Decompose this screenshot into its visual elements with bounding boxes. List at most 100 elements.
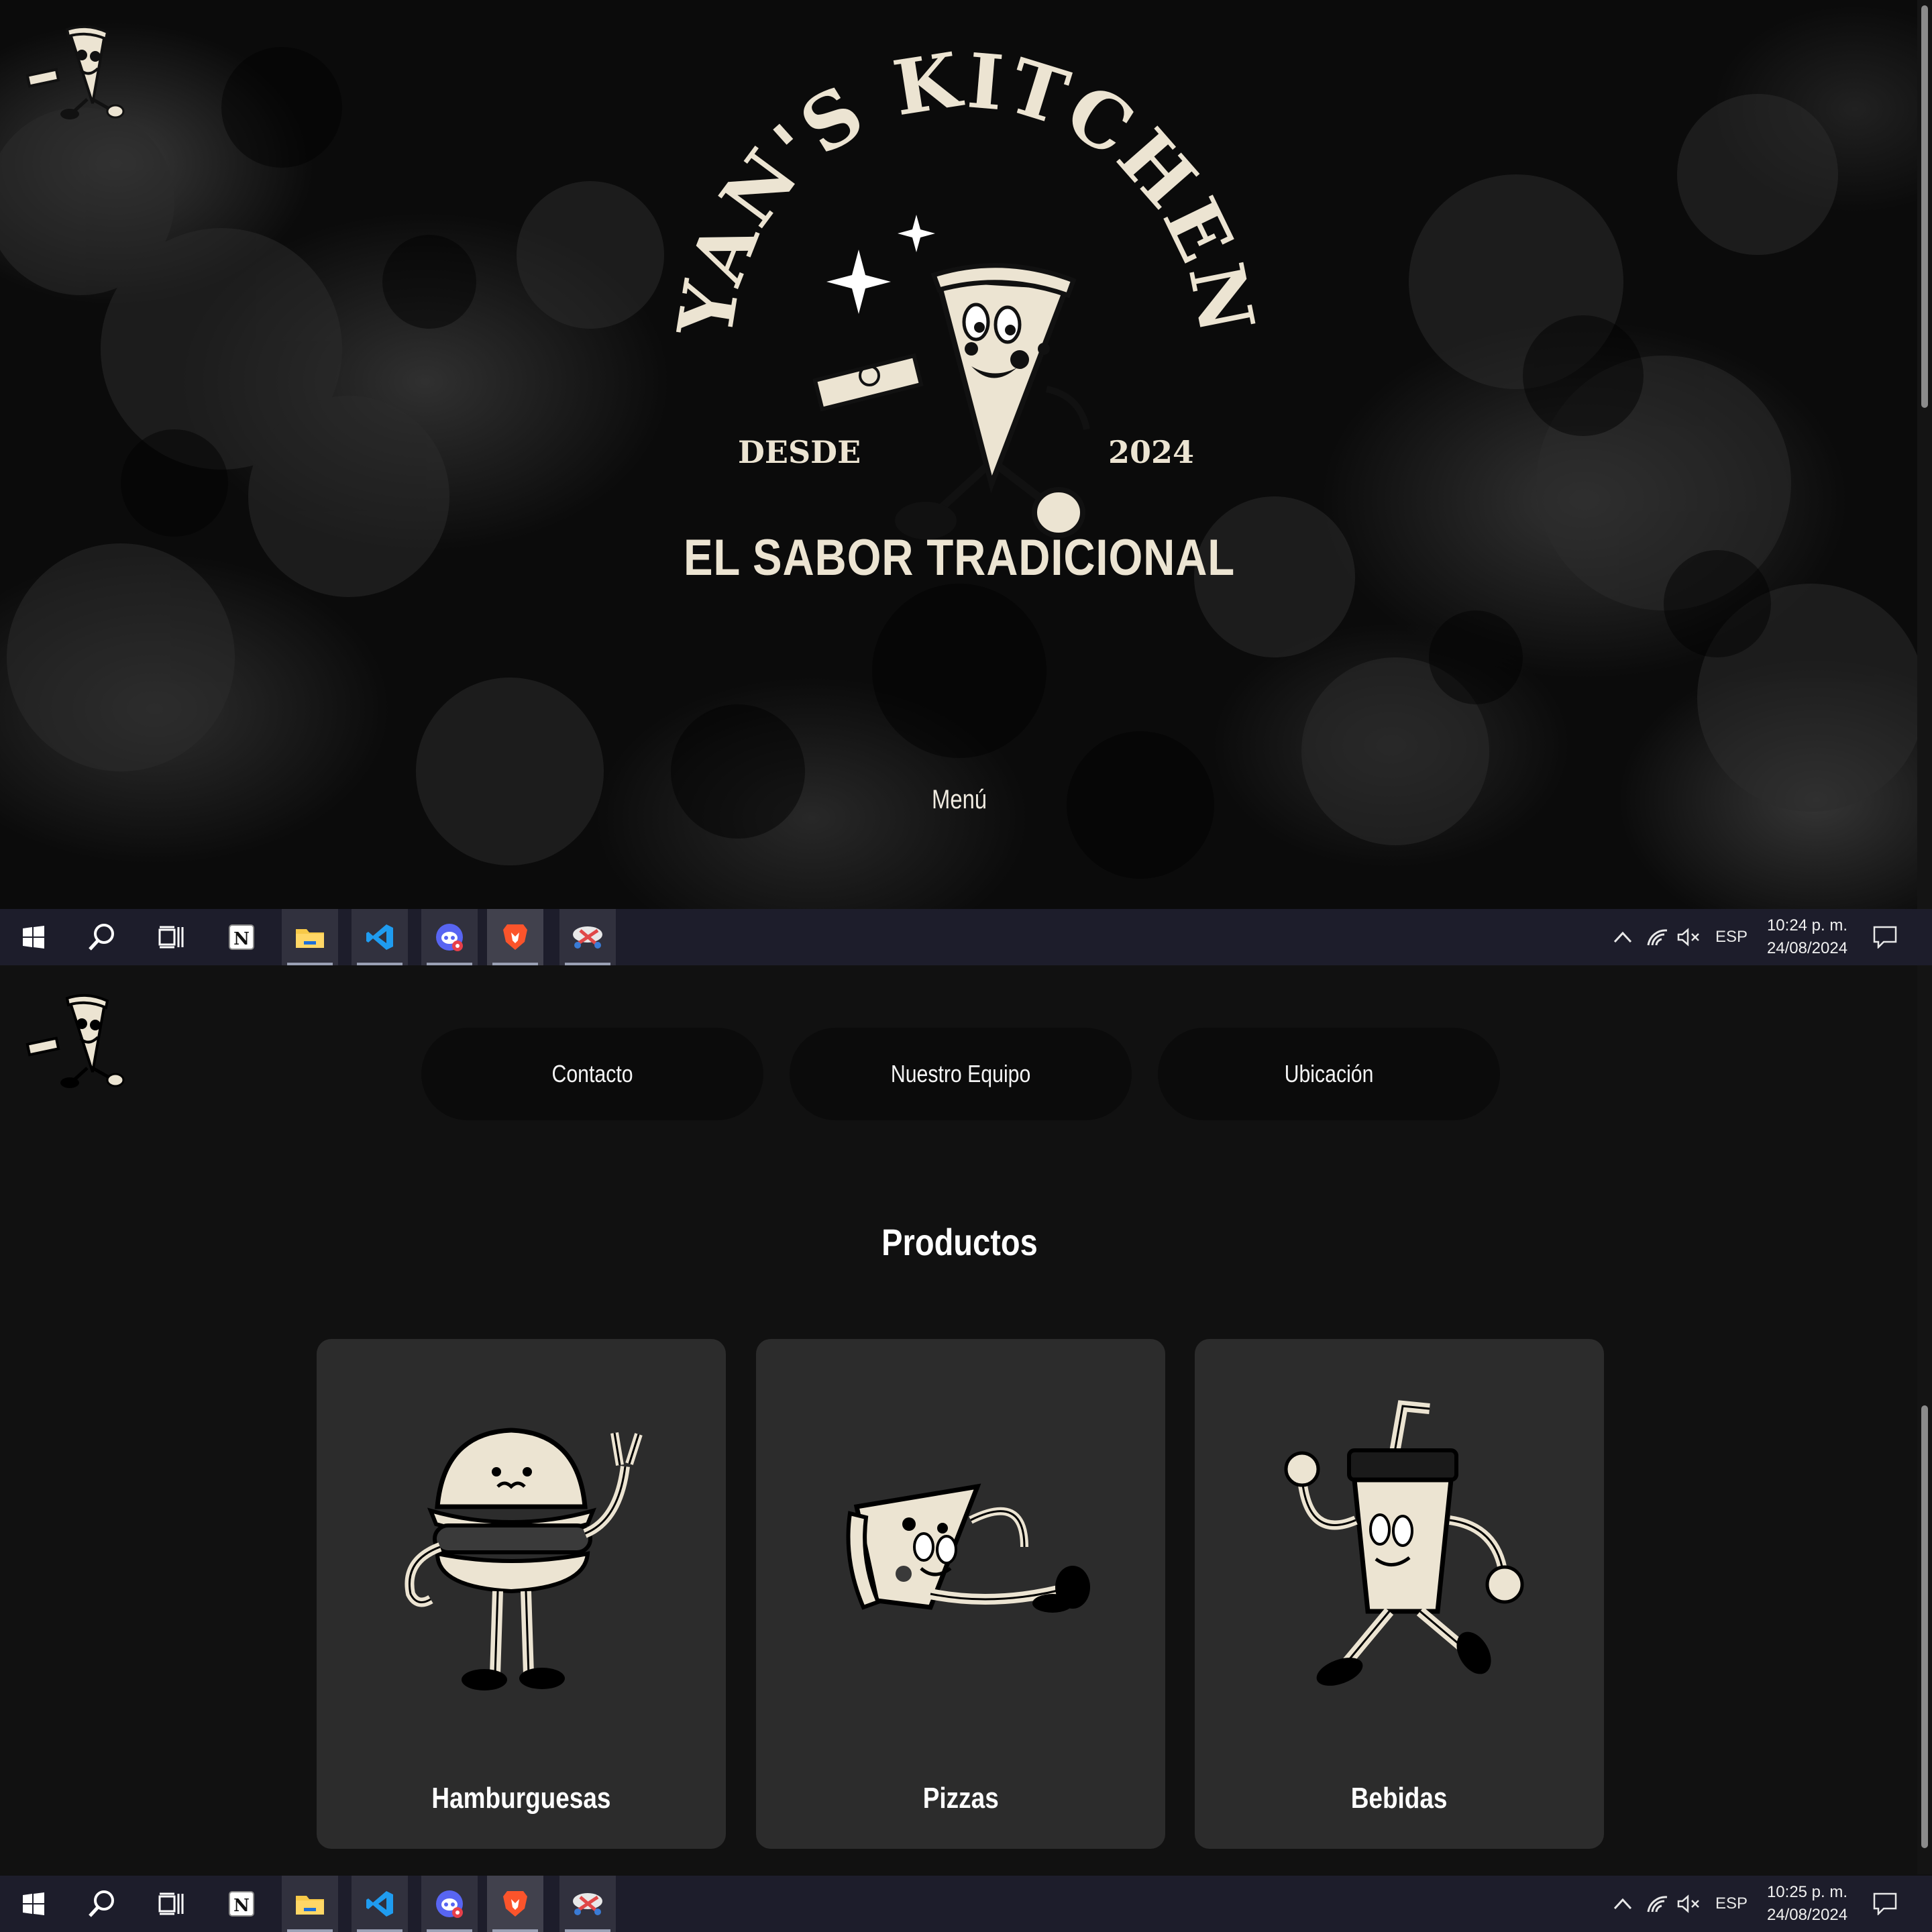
pizza-mascot-logo-icon bbox=[25, 25, 125, 119]
discord-icon bbox=[436, 1890, 463, 1918]
tray-overflow-button[interactable] bbox=[1609, 1876, 1637, 1932]
corner-logo[interactable] bbox=[23, 20, 137, 121]
wifi-icon bbox=[1647, 929, 1668, 946]
notion-icon: N bbox=[229, 924, 254, 950]
notifications-button[interactable] bbox=[1868, 1876, 1902, 1932]
notion-button[interactable]: N bbox=[213, 1876, 270, 1932]
brave-button[interactable] bbox=[487, 909, 543, 965]
taskbar-clock[interactable]: 10:25 p. m. 24/08/2024 bbox=[1760, 1881, 1854, 1927]
snipping-tool-icon bbox=[573, 1893, 602, 1915]
discord-button[interactable] bbox=[421, 1876, 478, 1932]
language-indicator[interactable]: ESP bbox=[1711, 909, 1752, 965]
nav-team-button[interactable]: Nuestro Equipo bbox=[790, 1028, 1132, 1120]
nav-team-label: Nuestro Equipo bbox=[890, 1060, 1031, 1087]
nav-contact-label: Contacto bbox=[551, 1060, 633, 1087]
svg-text:N: N bbox=[233, 929, 250, 949]
discord-icon bbox=[436, 924, 463, 951]
sparkle-icon bbox=[826, 250, 891, 314]
search-icon bbox=[89, 1890, 114, 1917]
notification-icon bbox=[1873, 926, 1897, 949]
snipping-tool-button[interactable] bbox=[559, 1876, 616, 1932]
nav-location-label: Ubicación bbox=[1284, 1060, 1374, 1087]
task-view-icon bbox=[158, 926, 184, 949]
since-year: 2024 bbox=[1108, 434, 1194, 470]
vscode-button[interactable] bbox=[352, 1876, 408, 1932]
nav-contact-button[interactable]: Contacto bbox=[421, 1028, 763, 1120]
scrollbar-thumb[interactable] bbox=[1921, 5, 1928, 408]
task-view-icon bbox=[158, 1892, 184, 1915]
scrollbar-thumb[interactable] bbox=[1921, 1405, 1928, 1848]
pizza-mascot-logo-icon bbox=[25, 994, 125, 1088]
tray-overflow-button[interactable] bbox=[1609, 909, 1637, 965]
products-title: Productos bbox=[881, 1221, 1038, 1263]
start-button[interactable] bbox=[5, 1876, 62, 1932]
page-scrollbar[interactable] bbox=[1917, 0, 1932, 909]
hero-section: YAN'S KITCHEN DESDE 2024 EL SABOR TRADIC… bbox=[0, 0, 1932, 909]
pizza-mascot-icon bbox=[846, 1483, 1090, 1613]
product-card-label: Bebidas bbox=[1351, 1782, 1448, 1815]
brave-lion-icon bbox=[503, 1891, 527, 1917]
corner-logo[interactable] bbox=[23, 989, 137, 1089]
burger-mascot-icon bbox=[405, 1428, 643, 1690]
vscode-icon bbox=[366, 924, 393, 950]
task-view-button[interactable] bbox=[142, 909, 199, 965]
clock-time: 10:24 p. m. bbox=[1766, 916, 1848, 934]
notion-button[interactable]: N bbox=[213, 909, 270, 965]
product-card-bebidas[interactable]: Bebidas bbox=[1195, 1339, 1604, 1849]
network-button[interactable] bbox=[1644, 1876, 1672, 1932]
volume-muted-icon bbox=[1677, 1894, 1699, 1913]
svg-text:N: N bbox=[233, 1896, 250, 1916]
network-button[interactable] bbox=[1644, 909, 1672, 965]
start-button[interactable] bbox=[5, 909, 62, 965]
search-button[interactable] bbox=[74, 909, 130, 965]
windows-taskbar: N bbox=[0, 1876, 1932, 1932]
file-explorer-button[interactable] bbox=[282, 1876, 338, 1932]
notification-icon bbox=[1873, 1892, 1897, 1915]
brand-emblem: YAN'S KITCHEN DESDE 2024 bbox=[671, 40, 1261, 539]
snipping-tool-icon bbox=[573, 926, 602, 949]
file-explorer-button[interactable] bbox=[282, 909, 338, 965]
products-page: Contacto Nuestro Equipo Ubicación Produc… bbox=[0, 965, 1932, 1874]
sparkle-icon bbox=[898, 215, 935, 252]
brave-button[interactable] bbox=[487, 1876, 543, 1932]
product-card-pizzas[interactable]: Pizzas bbox=[756, 1339, 1165, 1849]
vscode-button[interactable] bbox=[352, 909, 408, 965]
product-card-label: Pizzas bbox=[922, 1782, 999, 1815]
product-card-hamburguesas[interactable]: Hamburguesas bbox=[317, 1339, 726, 1849]
hero-tagline: EL SABOR TRADICIONAL bbox=[683, 529, 1236, 586]
notifications-button[interactable] bbox=[1868, 909, 1902, 965]
chevron-up-icon bbox=[1613, 1898, 1632, 1910]
wifi-icon bbox=[1647, 1896, 1668, 1913]
product-card-label: Hamburguesas bbox=[431, 1782, 611, 1815]
active-indicator bbox=[565, 1929, 610, 1932]
search-icon bbox=[89, 924, 114, 951]
search-button[interactable] bbox=[74, 1876, 130, 1932]
since-label: DESDE bbox=[738, 434, 861, 470]
notion-icon: N bbox=[229, 1891, 254, 1917]
pizza-slice-mascot-icon bbox=[812, 263, 1090, 539]
volume-button[interactable] bbox=[1674, 1876, 1704, 1932]
clock-time: 10:25 p. m. bbox=[1766, 1883, 1848, 1901]
folder-icon bbox=[296, 1896, 324, 1915]
active-indicator bbox=[427, 1929, 472, 1932]
drink-cup-mascot-icon bbox=[1284, 1400, 1524, 1686]
taskbar-clock[interactable]: 10:24 p. m. 24/08/2024 bbox=[1760, 914, 1854, 960]
windows-taskbar: N bbox=[0, 909, 1932, 965]
clock-date: 24/08/2024 bbox=[1766, 939, 1848, 957]
task-view-button[interactable] bbox=[142, 1876, 199, 1932]
vscode-icon bbox=[366, 1891, 393, 1917]
language-indicator[interactable]: ESP bbox=[1711, 1876, 1752, 1932]
volume-muted-icon bbox=[1677, 928, 1699, 947]
snipping-tool-button[interactable] bbox=[559, 909, 616, 965]
active-indicator bbox=[492, 1929, 538, 1932]
menu-link[interactable]: Menú bbox=[932, 785, 987, 815]
page-scrollbar[interactable] bbox=[1917, 965, 1932, 1874]
chevron-up-icon bbox=[1613, 931, 1632, 943]
active-indicator bbox=[287, 1929, 333, 1932]
windows-icon bbox=[23, 1892, 44, 1915]
nav-location-button[interactable]: Ubicación bbox=[1158, 1028, 1500, 1120]
volume-button[interactable] bbox=[1674, 909, 1704, 965]
discord-button[interactable] bbox=[421, 909, 478, 965]
active-indicator bbox=[357, 1929, 402, 1932]
brave-lion-icon bbox=[503, 924, 527, 950]
